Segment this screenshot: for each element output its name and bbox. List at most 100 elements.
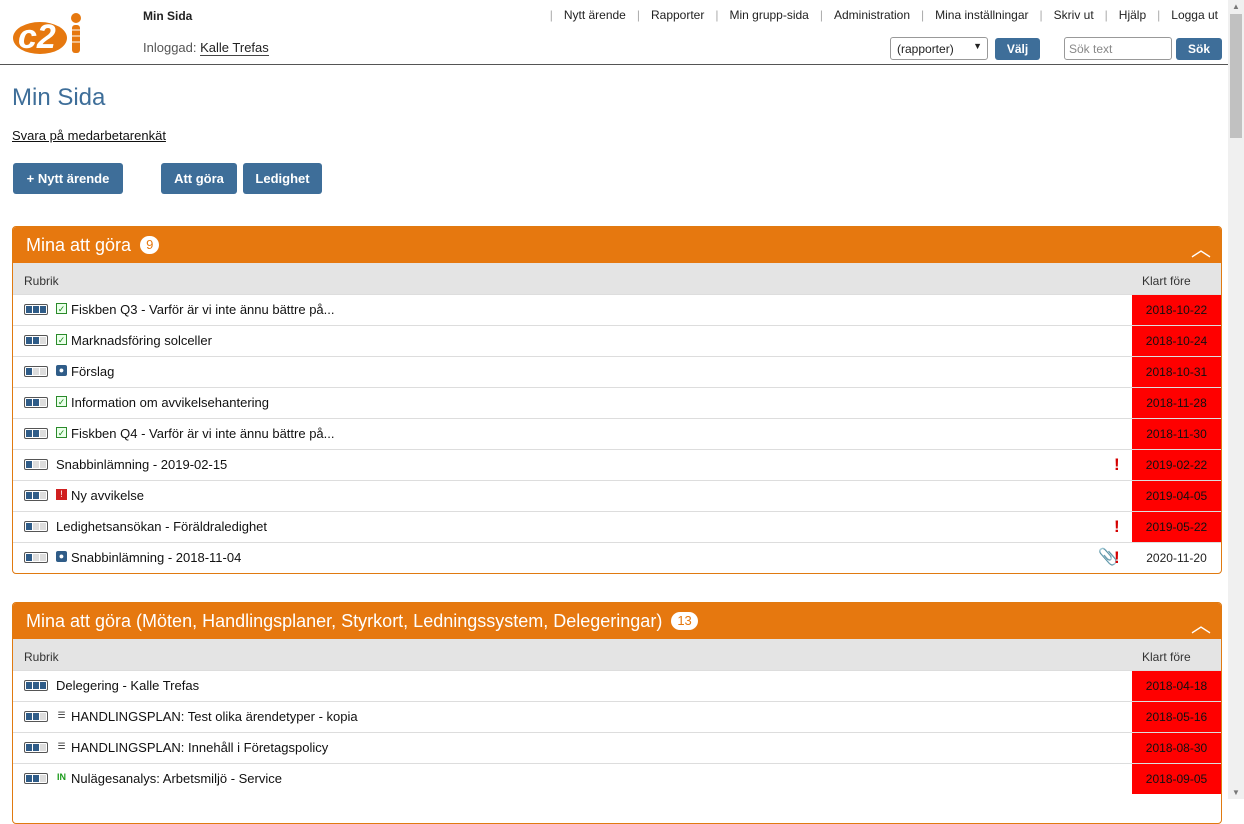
scroll-up-icon[interactable]: ▲ bbox=[1232, 2, 1240, 11]
progress-indicator-icon bbox=[24, 742, 48, 753]
progress-indicator-icon bbox=[24, 490, 48, 501]
collapse-chevron-icon[interactable]: ︿ bbox=[1191, 609, 1211, 638]
row-title-link[interactable]: HANDLINGSPLAN: Innehåll i Företagspolicy bbox=[71, 740, 328, 755]
in-icon: IN bbox=[57, 772, 66, 782]
collapse-chevron-icon[interactable]: ︿ bbox=[1191, 233, 1211, 262]
todo-panel-header[interactable]: Mina att göra 9 ︿ bbox=[13, 227, 1221, 263]
header: c2 Min Sida Inloggad: Kalle Trefas | Nytt… bbox=[0, 0, 1228, 65]
due-date: 2019-02-22 bbox=[1132, 450, 1221, 480]
new-case-button[interactable]: + Nytt ärende bbox=[13, 163, 123, 194]
priority-icon: ! bbox=[1114, 455, 1120, 474]
row-title-link[interactable]: Snabbinlämning - 2018-11-04 bbox=[71, 550, 241, 565]
scrollbar-thumb[interactable] bbox=[1230, 14, 1242, 138]
table-row[interactable]: ● Förslag 2018-10-31 bbox=[13, 356, 1221, 387]
due-date: 2018-11-30 bbox=[1132, 419, 1221, 449]
scroll-down-icon[interactable]: ▼ bbox=[1232, 788, 1240, 797]
svg-text:c2: c2 bbox=[18, 18, 56, 54]
todo-column-header: Rubrik Klart före bbox=[13, 263, 1221, 294]
progress-indicator-icon bbox=[24, 366, 48, 377]
due-date: 2020-11-20 bbox=[1146, 551, 1207, 565]
search-button[interactable]: Sök bbox=[1176, 38, 1222, 60]
survey-link[interactable]: Svara på medarbetarenkät bbox=[12, 128, 166, 143]
due-date: 2018-10-31 bbox=[1132, 357, 1221, 387]
table-row[interactable]: ✓ Fiskben Q4 - Varför är vi inte ännu bät… bbox=[13, 418, 1221, 449]
lightbulb-icon: ● bbox=[56, 551, 67, 562]
table-row[interactable]: ✓ Information om avvikelsehantering 2018-1… bbox=[13, 387, 1221, 418]
nav-help[interactable]: Hjälp bbox=[1119, 8, 1146, 22]
table-row[interactable]: ✓ Marknadsföring solceller 2018-10-24 bbox=[13, 325, 1221, 356]
column-title[interactable]: Rubrik bbox=[24, 650, 59, 664]
row-title-link[interactable]: HANDLINGSPLAN: Test olika ärendetyper - … bbox=[71, 709, 358, 724]
progress-indicator-icon bbox=[24, 397, 48, 408]
valj-button[interactable]: Välj bbox=[995, 38, 1040, 60]
due-date: 2018-05-16 bbox=[1132, 702, 1221, 732]
user-name-link[interactable]: Kalle Trefas bbox=[200, 40, 269, 56]
table-row[interactable]: Delegering - Kalle Trefas 2018-04-18 bbox=[13, 670, 1221, 701]
row-title-link[interactable]: Fiskben Q4 - Varför är vi inte ännu bätt… bbox=[71, 426, 335, 441]
nav-my-group[interactable]: Min grupp-sida bbox=[729, 8, 808, 22]
todo-meetings-count-badge: 13 bbox=[671, 612, 698, 630]
column-due-date[interactable]: Klart före bbox=[1142, 650, 1191, 664]
table-row[interactable]: ☰ HANDLINGSPLAN: Test olika ärendetyper -… bbox=[13, 701, 1221, 732]
table-row[interactable]: ✓ Fiskben Q3 - Varför är vi inte ännu bät… bbox=[13, 294, 1221, 325]
row-title-link[interactable]: Förslag bbox=[71, 364, 114, 379]
progress-indicator-icon bbox=[24, 552, 48, 563]
top-nav: | Nytt ärende | Rapporter | Min grupp-sida … bbox=[549, 8, 1218, 22]
todo-rows: ✓ Fiskben Q3 - Varför är vi inte ännu bät… bbox=[13, 294, 1221, 573]
row-title-link[interactable]: Information om avvikelsehantering bbox=[71, 395, 269, 410]
dropdown-arrow-icon: ▼ bbox=[973, 41, 982, 51]
row-title-link[interactable]: Nulägesanalys: Arbetsmiljö - Service bbox=[71, 771, 282, 786]
c2i-logo[interactable]: c2 bbox=[12, 10, 86, 54]
row-title-link[interactable]: Snabbinlämning - 2019-02-15 bbox=[56, 457, 227, 472]
progress-indicator-icon bbox=[24, 521, 48, 532]
todo-meetings-panel: Mina att göra (Möten, Handlingsplaner, S… bbox=[12, 602, 1222, 824]
column-title[interactable]: Rubrik bbox=[24, 274, 59, 288]
due-date: 2018-04-18 bbox=[1132, 671, 1221, 701]
todo-count-badge: 9 bbox=[140, 236, 160, 254]
search-input[interactable]: Sök text bbox=[1064, 37, 1172, 60]
table-row[interactable]: ☰ HANDLINGSPLAN: Innehåll i Företagspolic… bbox=[13, 732, 1221, 763]
logged-in-info: Inloggad: Kalle Trefas bbox=[143, 40, 269, 56]
check-icon: ✓ bbox=[56, 334, 67, 345]
row-title-link[interactable]: Fiskben Q3 - Varför är vi inte ännu bätt… bbox=[71, 302, 335, 317]
table-row[interactable]: ● Snabbinlämning - 2018-11-04 📎! 2020-11-20 bbox=[13, 542, 1221, 573]
progress-indicator-icon bbox=[24, 428, 48, 439]
progress-indicator-icon bbox=[24, 711, 48, 722]
nav-logout[interactable]: Logga ut bbox=[1171, 8, 1218, 22]
nav-print[interactable]: Skriv ut bbox=[1054, 8, 1094, 22]
row-title-link[interactable]: Marknadsföring solceller bbox=[71, 333, 212, 348]
todo-meetings-rows: Delegering - Kalle Trefas 2018-04-18 ☰ HAND… bbox=[13, 670, 1221, 794]
due-date: 2019-04-05 bbox=[1132, 481, 1221, 511]
table-row[interactable]: Snabbinlämning - 2019-02-15! 2019-02-22 bbox=[13, 449, 1221, 480]
progress-indicator-icon bbox=[24, 773, 48, 784]
nav-reports[interactable]: Rapporter bbox=[651, 8, 704, 22]
report-select-value: (rapporter) bbox=[897, 42, 954, 56]
column-due-date[interactable]: Klart före bbox=[1142, 274, 1191, 288]
check-icon: ✓ bbox=[56, 303, 67, 314]
due-date: 2018-09-05 bbox=[1132, 764, 1221, 794]
progress-indicator-icon bbox=[24, 459, 48, 470]
todo-panel-title: Mina att göra bbox=[26, 234, 132, 255]
priority-icon: ! bbox=[1114, 517, 1120, 536]
row-title-link[interactable]: Ny avvikelse bbox=[71, 488, 144, 503]
warning-icon: ! bbox=[56, 489, 67, 500]
progress-indicator-icon bbox=[24, 304, 48, 315]
lightbulb-icon: ● bbox=[56, 365, 67, 376]
row-title-link[interactable]: Ledighetsansökan - Föräldraledighet bbox=[56, 519, 267, 534]
leave-button[interactable]: Ledighet bbox=[243, 163, 322, 194]
page-scrollbar[interactable]: ▲ ▼ bbox=[1228, 0, 1244, 799]
nav-administration[interactable]: Administration bbox=[834, 8, 910, 22]
table-row[interactable]: Ledighetsansökan - Föräldraledighet! 2019… bbox=[13, 511, 1221, 542]
todo-meetings-column-header: Rubrik Klart före bbox=[13, 639, 1221, 670]
report-select[interactable]: (rapporter) ▼ bbox=[890, 37, 988, 60]
row-title-link[interactable]: Delegering - Kalle Trefas bbox=[56, 678, 199, 693]
nav-new-case[interactable]: Nytt ärende bbox=[564, 8, 626, 22]
nav-settings[interactable]: Mina inställningar bbox=[935, 8, 1028, 22]
table-row[interactable]: ! Ny avvikelse 2019-04-05 bbox=[13, 480, 1221, 511]
due-date: 2018-10-24 bbox=[1132, 326, 1221, 356]
todo-meetings-panel-header[interactable]: Mina att göra (Möten, Handlingsplaner, S… bbox=[13, 603, 1221, 639]
page-title: Min Sida bbox=[12, 84, 106, 111]
todo-panel: Mina att göra 9 ︿ Rubrik Klart före ✓ Fis… bbox=[12, 226, 1222, 574]
todo-button[interactable]: Att göra bbox=[161, 163, 237, 194]
table-row[interactable]: IN Nulägesanalys: Arbetsmiljö - Service 20… bbox=[13, 763, 1221, 794]
